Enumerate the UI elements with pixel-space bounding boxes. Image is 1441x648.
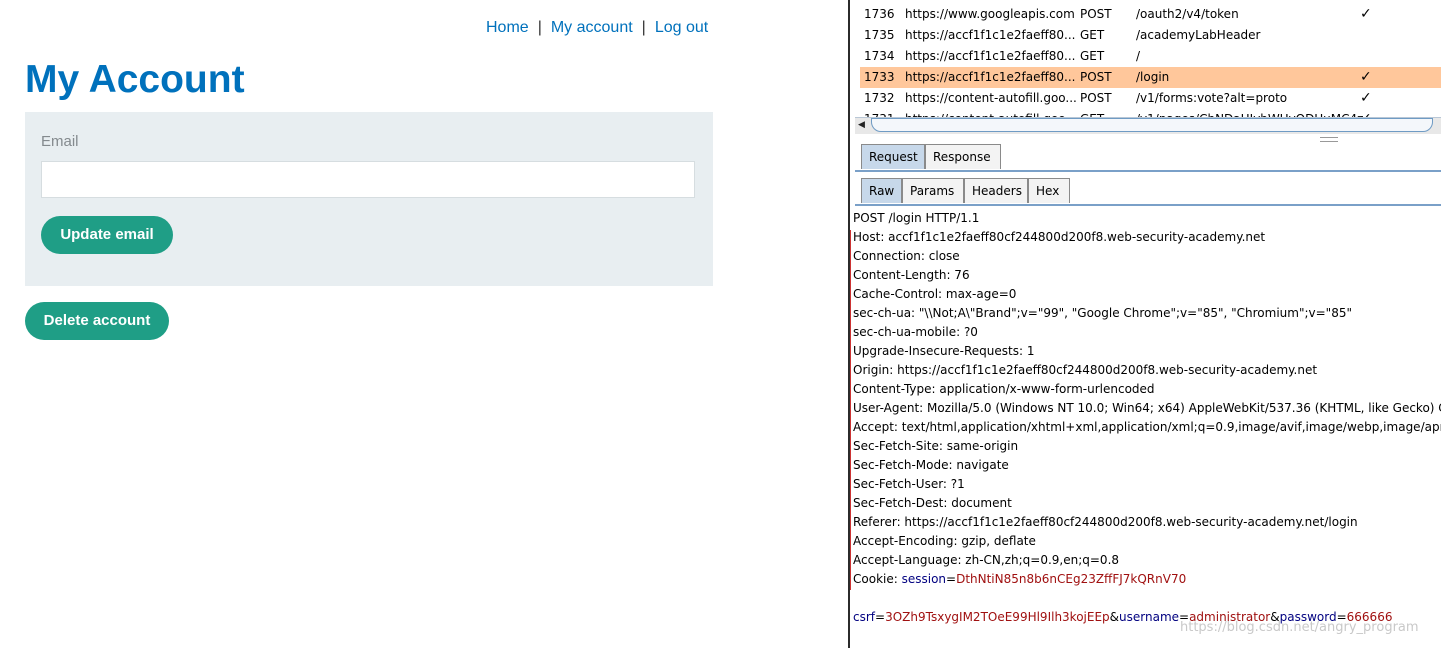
row-method: POST: [1080, 91, 1112, 105]
header-line: Sec-Fetch-User: ?1: [853, 477, 965, 491]
history-row[interactable]: 1734 https://accf1f1c1e2faeff80... GET /: [860, 46, 1441, 67]
row-url: /v1/forms:vote?alt=proto: [1136, 91, 1288, 105]
raw-request-editor[interactable]: POST /login HTTP/1.1 Host: accf1f1c1e2fa…: [853, 209, 1441, 629]
row-url: /login: [1136, 70, 1170, 84]
nav-separator: |: [641, 19, 646, 36]
history-horizontal-scrollbar[interactable]: ◀: [855, 117, 1441, 134]
row-host: https://accf1f1c1e2faeff80...: [905, 70, 1076, 84]
cookie-name: session: [901, 572, 947, 586]
top-nav: Home | My account | Log out: [486, 19, 708, 37]
row-url: /academyLabHeader: [1136, 28, 1261, 42]
history-row[interactable]: 1736 https://www.googleapis.com POST /oa…: [860, 4, 1441, 25]
row-params-check-icon: ✓: [1360, 6, 1372, 22]
row-params-check-icon: ✓: [1360, 69, 1372, 85]
row-host: https://content-autofill.goo...: [905, 91, 1077, 105]
header-line: Accept: text/html,application/xhtml+xml,…: [853, 420, 1441, 434]
header-line: Accept-Language: zh-CN,zh;q=0.9,en;q=0.8: [853, 553, 1120, 567]
cookie-value: DthNtiN85n8b6nCEg23ZffFJ7kQRnV70: [956, 572, 1187, 586]
delete-account-button[interactable]: Delete account: [25, 302, 169, 340]
row-method: GET: [1080, 49, 1105, 63]
row-url: /: [1136, 49, 1141, 63]
header-line: Connection: close: [853, 249, 960, 263]
splitter-grip-icon[interactable]: [1320, 137, 1338, 142]
row-host: https://accf1f1c1e2faeff80...: [905, 28, 1076, 42]
header-line: Cache-Control: max-age=0: [853, 287, 1017, 301]
nav-log-out-link[interactable]: Log out: [655, 19, 708, 36]
http-history-table: 1736 https://www.googleapis.com POST /oa…: [855, 0, 1441, 118]
header-line: sec-ch-ua: "\\Not;A\"Brand";v="99", "Goo…: [853, 306, 1352, 320]
param-separator: &: [1109, 610, 1120, 624]
row-method: GET: [1080, 28, 1105, 42]
tab-params[interactable]: Params: [902, 178, 964, 203]
header-line: Referer: https://accf1f1c1e2faeff80cf244…: [853, 515, 1358, 529]
header-line: Upgrade-Insecure-Requests: 1: [853, 344, 1035, 358]
header-line: Sec-Fetch-Mode: navigate: [853, 458, 1009, 472]
header-line: Sec-Fetch-Dest: document: [853, 496, 1012, 510]
row-host: https://www.googleapis.com: [905, 7, 1075, 21]
row-params-check-icon: ✓: [1360, 90, 1372, 106]
param-eq: =: [875, 610, 886, 624]
header-line: Content-Type: application/x-www-form-url…: [853, 382, 1155, 396]
nav-my-account-link[interactable]: My account: [551, 19, 633, 36]
row-method: POST: [1080, 7, 1112, 21]
web-page: Home | My account | Log out My Account Email…: [0, 0, 848, 648]
page-title: My Account: [25, 58, 245, 101]
row-host: https://accf1f1c1e2faeff80...: [905, 49, 1076, 63]
email-input[interactable]: [41, 161, 695, 198]
tab-underline: [855, 204, 1441, 206]
nav-separator: |: [537, 19, 542, 36]
history-row[interactable]: 1732 https://content-autofill.goo... POS…: [860, 88, 1441, 109]
row-method: POST: [1080, 70, 1112, 84]
param-csrf-key: csrf: [853, 610, 876, 624]
header-line: Accept-Encoding: gzip, deflate: [853, 534, 1036, 548]
row-number: 1736: [864, 7, 895, 21]
header-line: sec-ch-ua-mobile: ?0: [853, 325, 978, 339]
scrollbar-thumb[interactable]: [871, 118, 1433, 132]
row-url: /oauth2/v4/token: [1136, 7, 1239, 21]
proxy-panel: 1736 https://www.googleapis.com POST /oa…: [850, 0, 1441, 648]
tab-raw[interactable]: Raw: [861, 178, 902, 203]
history-row-selected[interactable]: 1733 https://accf1f1c1e2faeff80... POST …: [860, 67, 1441, 88]
cookie-prefix: Cookie:: [853, 572, 902, 586]
tab-hex[interactable]: Hex: [1028, 178, 1070, 203]
update-email-button[interactable]: Update email: [41, 216, 173, 254]
header-line: Content-Length: 76: [853, 268, 970, 282]
header-line: Origin: https://accf1f1c1e2faeff80cf2448…: [853, 363, 1318, 377]
request-line: POST /login HTTP/1.1: [853, 211, 980, 225]
nav-home-link[interactable]: Home: [486, 19, 529, 36]
tab-underline: [855, 170, 1441, 172]
cookie-line: Cookie: session=DthNtiN85n8b6nCEg23ZffFJ…: [853, 570, 1186, 589]
scroll-left-arrow-icon[interactable]: ◀: [858, 120, 865, 130]
cookie-eq: =: [946, 572, 957, 586]
tab-request[interactable]: Request: [861, 144, 925, 169]
history-row[interactable]: 1735 https://accf1f1c1e2faeff80... GET /…: [860, 25, 1441, 46]
param-username-key: username: [1119, 610, 1180, 624]
header-line: Sec-Fetch-Site: same-origin: [853, 439, 1019, 453]
header-line: Host: accf1f1c1e2faeff80cf244800d200f8.w…: [853, 230, 1266, 244]
update-email-form: Email Update email: [25, 112, 713, 286]
tab-headers[interactable]: Headers: [964, 178, 1028, 203]
watermark: https://blog.csdn.net/angry_program: [1180, 620, 1419, 635]
param-csrf-value: 3OZh9TsxygIM2TOeE99Hl9Ilh3kojEEp: [885, 610, 1110, 624]
row-number: 1735: [864, 28, 895, 42]
editor-gutter-marker: [850, 230, 851, 590]
row-number: 1734: [864, 49, 895, 63]
header-line: User-Agent: Mozilla/5.0 (Windows NT 10.0…: [853, 401, 1441, 415]
email-label: Email: [41, 133, 79, 150]
row-number: 1732: [864, 91, 895, 105]
row-number: 1733: [864, 70, 895, 84]
tab-response[interactable]: Response: [925, 144, 1001, 169]
